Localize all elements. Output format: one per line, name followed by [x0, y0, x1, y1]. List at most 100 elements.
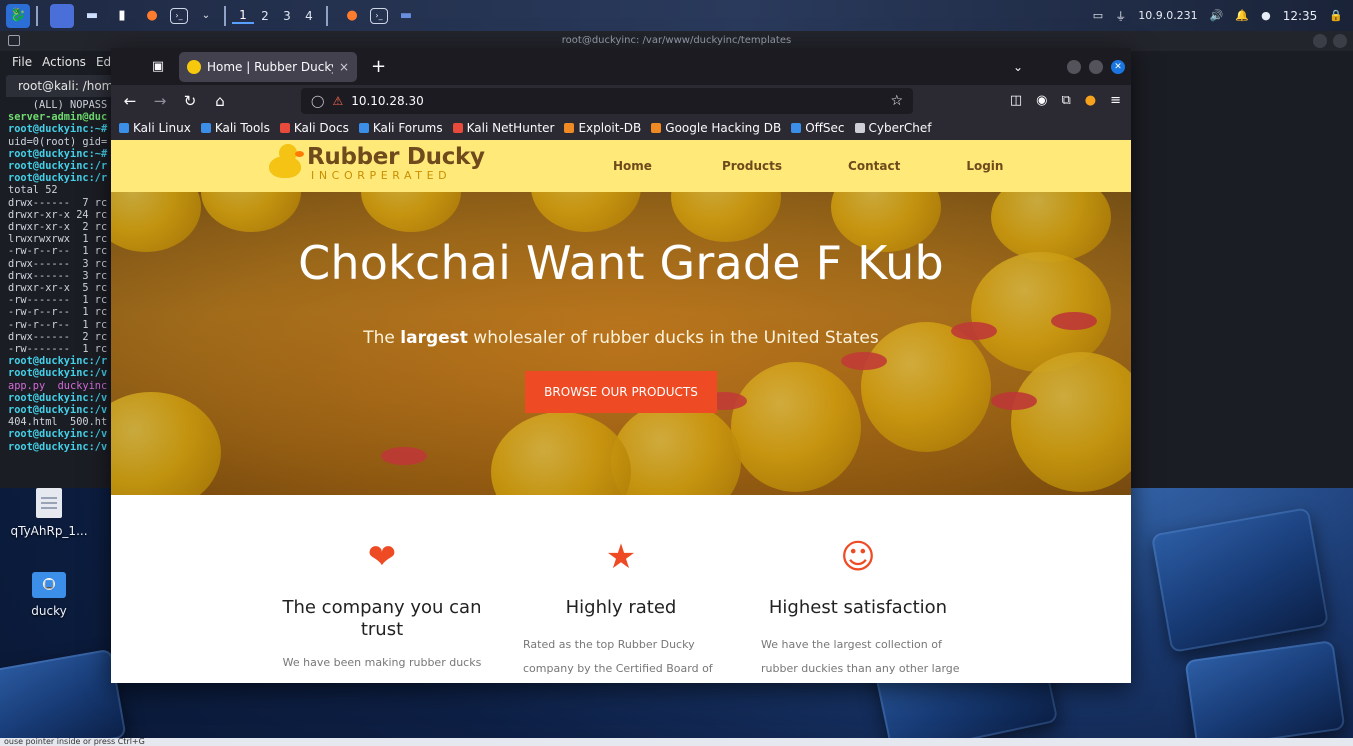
website: Rubber Ducky INCORPERATED Home Products …: [111, 140, 1131, 683]
terminal-output[interactable]: (ALL) NOPASS server-admin@duc root@duckyin…: [0, 97, 110, 453]
terminal-line: app.py duckyinc: [8, 379, 108, 392]
minimize-button[interactable]: [1313, 34, 1327, 48]
tab-overview-icon[interactable]: ▣: [145, 54, 171, 80]
bookmark-label: Kali Linux: [133, 121, 191, 135]
home-icon[interactable]: ⌂: [205, 92, 235, 110]
bookmark-label: Google Hacking DB: [665, 121, 782, 135]
wallpaper-key: [1184, 639, 1346, 746]
display-icon[interactable]: ▭: [1093, 9, 1103, 22]
feature-text: Rated as the top Rubber Ducky company by…: [523, 638, 713, 675]
hero-title: Chokchai Want Grade F Kub: [298, 236, 944, 290]
terminal-icon[interactable]: ›_: [170, 7, 188, 24]
maximize-button[interactable]: [1333, 34, 1347, 48]
workspace-3[interactable]: 3: [276, 9, 298, 23]
browser-close-button[interactable]: ✕: [1111, 59, 1125, 74]
bookmark-item[interactable]: OffSec: [791, 121, 845, 135]
desktop-folder-icon[interactable]: ■ ducky: [4, 572, 94, 618]
terminal-line: uid=0(root) gid=: [8, 135, 108, 148]
smile-icon: ☺: [840, 537, 876, 577]
window-task-icon[interactable]: ▬: [394, 4, 418, 28]
terminal-tab[interactable]: root@kali: /home: [6, 75, 116, 97]
pocket-icon[interactable]: ◫: [1010, 93, 1022, 108]
bookmark-item[interactable]: Exploit-DB: [564, 121, 641, 135]
tab-list-chevron-icon[interactable]: ⌄: [1013, 60, 1023, 74]
chevron-down-icon[interactable]: ⌄: [194, 4, 218, 28]
terminal-line: total 52: [8, 184, 58, 197]
terminal-task-icon[interactable]: ›_: [370, 7, 388, 24]
bookmark-item[interactable]: Kali Forums: [358, 121, 443, 135]
notification-bell-icon[interactable]: 🔔: [1235, 9, 1249, 22]
bookmark-item[interactable]: CyberChef: [854, 121, 932, 135]
tab-title: Home | Rubber Ducky Inc.: [207, 59, 333, 74]
bookmark-label: Kali Docs: [293, 121, 349, 135]
firefox-task-icon[interactable]: ●: [340, 4, 364, 28]
feature-text: We have the largest collection of rubber…: [761, 638, 960, 675]
bookmark-item[interactable]: Kali Tools: [200, 121, 270, 135]
lock-icon[interactable]: 🔒: [1329, 9, 1343, 22]
file-manager-icon[interactable]: ▬: [80, 4, 104, 28]
shield-icon[interactable]: ◯: [311, 94, 324, 108]
bookmark-favicon-icon: [651, 123, 662, 133]
url-text[interactable]: 10.10.28.30: [351, 94, 424, 108]
power-status-icon[interactable]: ●: [1261, 9, 1271, 22]
terminal-line: -rw-r--r-- 1 rc: [8, 318, 108, 331]
terminal-line: 404.html 500.ht: [8, 416, 108, 429]
reload-icon[interactable]: ↻: [175, 92, 205, 110]
nav-products-link[interactable]: Products: [722, 159, 782, 173]
menu-edit[interactable]: Ed: [96, 55, 111, 69]
bookmark-item[interactable]: Kali Linux: [119, 121, 191, 135]
terminal-title: root@duckyinc: /var/www/duckyinc/templat…: [561, 35, 792, 46]
firefox-icon[interactable]: ●: [140, 4, 164, 28]
bookmark-item[interactable]: Kali NetHunter: [452, 121, 554, 135]
back-arrow-icon[interactable]: ←: [115, 92, 145, 110]
volume-icon[interactable]: 🔊: [1210, 9, 1224, 22]
hamburger-menu-icon[interactable]: ≡: [1110, 93, 1121, 108]
text-editor-icon[interactable]: ▮: [110, 4, 134, 28]
kali-menu-icon[interactable]: 🐉: [6, 3, 30, 28]
workspace-4[interactable]: 4: [298, 9, 320, 23]
hero-subtitle-pre: The: [363, 328, 401, 348]
bookmark-item[interactable]: Kali Docs: [279, 121, 349, 135]
browser-tab-home[interactable]: Home | Rubber Ducky Inc. ×: [179, 51, 357, 82]
workspace-1[interactable]: 1: [232, 8, 254, 24]
wallpaper-key: [1150, 507, 1330, 653]
new-tab-button[interactable]: +: [371, 56, 386, 77]
terminal-line: root@duckyinc:~#: [8, 147, 108, 160]
close-tab-icon[interactable]: ×: [339, 60, 349, 74]
bookmark-star-icon[interactable]: ☆: [890, 93, 903, 109]
desktop-file-icon[interactable]: qTyAhRp_1...: [4, 488, 94, 538]
logo-subtitle: INCORPERATED: [311, 169, 452, 182]
terminal-line: drwx------ 2 rc: [8, 330, 108, 343]
site-nav-links: Home Products Contact Login: [613, 140, 1003, 192]
bookmark-item[interactable]: Google Hacking DB: [651, 121, 781, 135]
firefox-window[interactable]: ▣ Home | Rubber Ducky Inc. × + ⌄ ✕ ← → ↻…: [111, 48, 1131, 683]
terminal-line: drwx------ 3 rc: [8, 257, 108, 270]
menu-file[interactable]: File: [12, 55, 32, 69]
nav-contact-link[interactable]: Contact: [848, 159, 900, 173]
terminal-line: drwx------ 7 rc: [8, 196, 108, 209]
terminal-line: drwxr-xr-x 24 rc: [8, 208, 108, 221]
nav-home-link[interactable]: Home: [613, 159, 652, 173]
browse-products-button[interactable]: BROWSE OUR PRODUCTS: [525, 371, 717, 413]
extensions-icon[interactable]: ⧉: [1061, 93, 1070, 108]
extension-icon[interactable]: ●: [1085, 93, 1096, 108]
workspace-2[interactable]: 2: [254, 9, 276, 23]
browser-maximize-button[interactable]: [1089, 59, 1103, 74]
bookmark-favicon-icon: [279, 123, 290, 133]
url-bar[interactable]: ◯ ⚠ 10.10.28.30 ☆: [301, 87, 913, 114]
terminal-line: root@duckyinc:/v: [8, 404, 108, 417]
terminal-line: drwx------ 3 rc: [8, 269, 108, 282]
logo-title: Rubber Ducky: [307, 144, 485, 170]
feature-rated: ★ Highly rated Rated as the top Rubber D…: [516, 495, 726, 681]
menu-actions[interactable]: Actions: [42, 55, 86, 69]
nav-login-link[interactable]: Login: [966, 159, 1003, 173]
insecure-lock-icon[interactable]: ⚠: [332, 94, 343, 108]
bookmark-favicon-icon: [854, 123, 865, 133]
account-icon[interactable]: ◉: [1036, 93, 1047, 108]
panel-separator: [36, 5, 38, 26]
show-desktop-icon[interactable]: [50, 3, 74, 28]
network-icon[interactable]: ⏚: [1115, 8, 1126, 24]
browser-minimize-button[interactable]: [1067, 59, 1081, 74]
forward-arrow-icon[interactable]: →: [145, 92, 175, 110]
site-logo[interactable]: Rubber Ducky INCORPERATED: [269, 144, 485, 182]
